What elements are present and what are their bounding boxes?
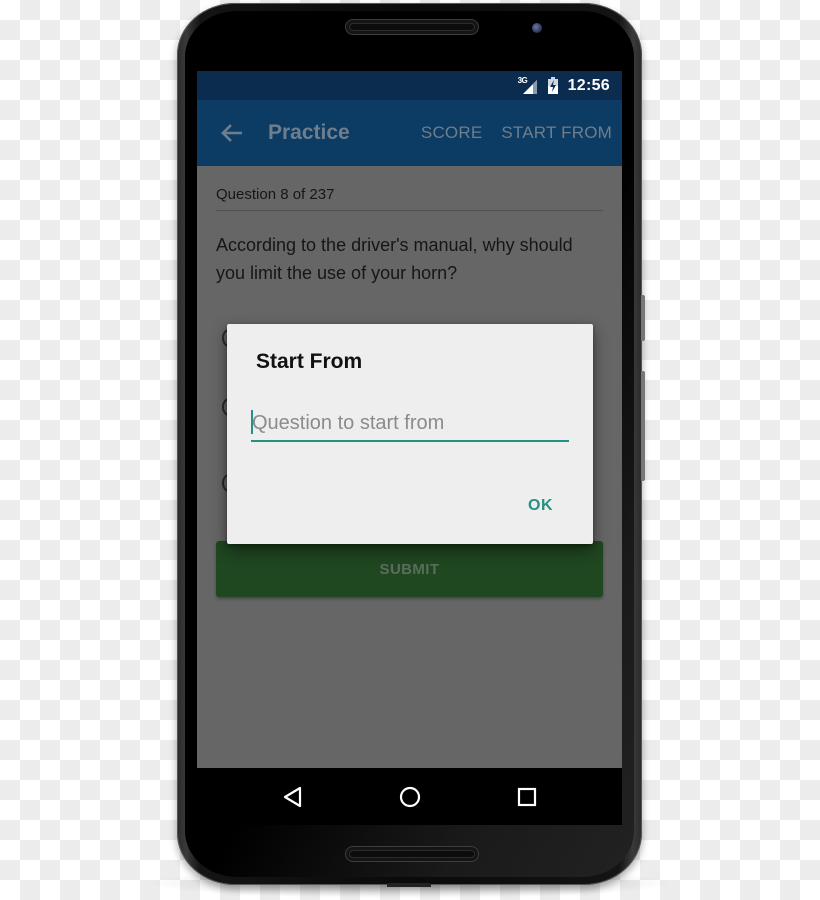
status-bar: 3G 12:56: [197, 71, 622, 100]
start-from-dialog: Start From OK: [227, 324, 593, 544]
network-type-label: 3G: [517, 75, 528, 85]
nav-back-button[interactable]: [278, 782, 308, 812]
page-title: Practice: [268, 121, 350, 144]
nav-home-icon: [399, 786, 421, 808]
question-number-field[interactable]: [251, 408, 569, 442]
nav-recents-icon: [517, 787, 537, 807]
volume-rocker: [641, 371, 645, 481]
nav-recents-button[interactable]: [512, 782, 542, 812]
submit-button[interactable]: SUBMIT: [216, 541, 603, 597]
ok-button[interactable]: OK: [528, 497, 553, 515]
screen: 3G 12:56 Practice SCORE START FROM Quest…: [197, 71, 622, 825]
nav-back-icon: [283, 786, 302, 808]
app-bar: Practice SCORE START FROM: [197, 100, 622, 166]
dialog-title: Start From: [256, 350, 363, 373]
bottom-speaker: [345, 846, 479, 862]
arrow-left-icon: [221, 124, 242, 142]
back-button[interactable]: [199, 100, 263, 166]
question-content: Question 8 of 237 According to the drive…: [216, 166, 603, 287]
power-button: [641, 295, 645, 341]
front-camera: [532, 23, 542, 33]
battery-charging-icon: [547, 77, 558, 94]
start-from-button[interactable]: START FROM: [501, 123, 612, 143]
divider: [216, 210, 603, 211]
navigation-bar: [197, 768, 622, 825]
nav-home-button[interactable]: [395, 782, 425, 812]
signal-icon: 3G: [517, 75, 538, 95]
clock: 12:56: [567, 76, 610, 94]
question-text: According to the driver's manual, why sh…: [216, 235, 573, 283]
score-button[interactable]: SCORE: [421, 123, 482, 143]
earpiece-speaker: [345, 19, 479, 35]
usb-port: [387, 883, 431, 887]
question-counter: Question 8 of 237: [216, 186, 335, 203]
question-number-input[interactable]: [251, 408, 569, 438]
